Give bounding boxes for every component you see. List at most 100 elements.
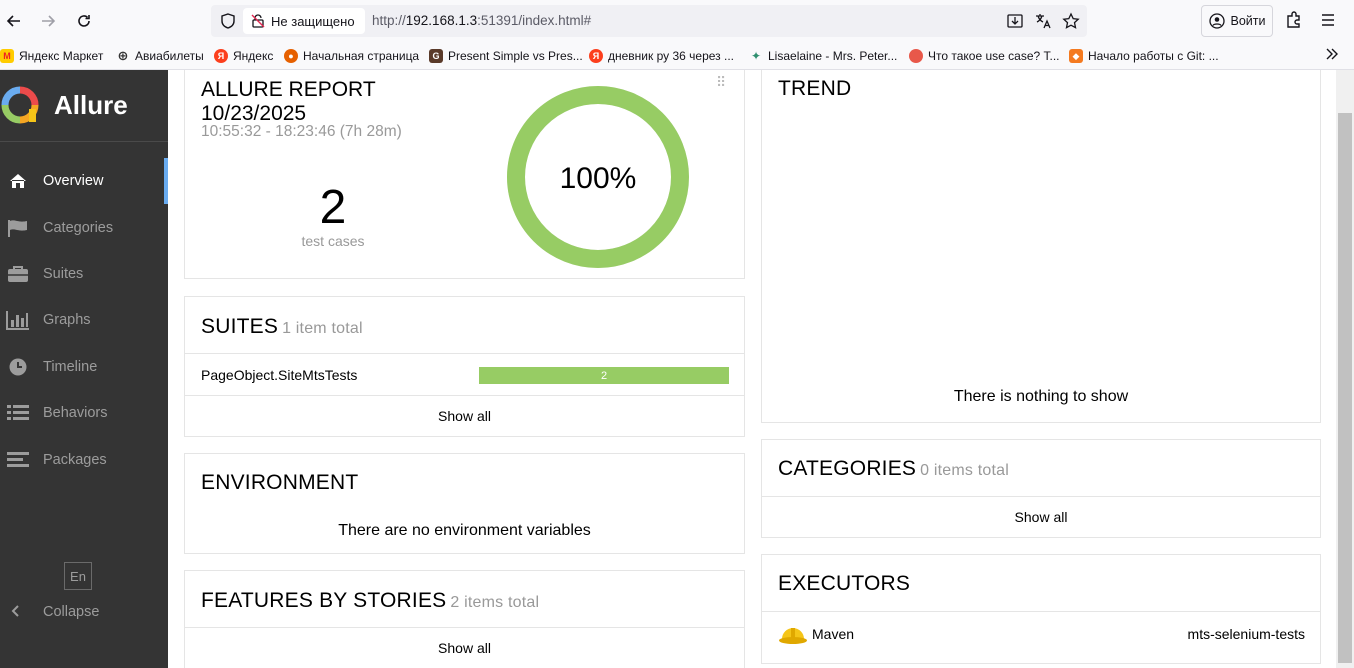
sidebar-item-graphs[interactable]: Graphs <box>0 297 168 343</box>
categories-count: 0 items total <box>920 462 1009 479</box>
back-button[interactable] <box>0 7 28 35</box>
divider <box>185 353 744 354</box>
trend-title: TREND <box>778 77 852 100</box>
arrow-right-icon <box>42 15 56 27</box>
chevron-left-icon <box>9 604 21 622</box>
sidebar-item-categories[interactable]: Categories <box>0 205 168 251</box>
address-bar[interactable]: Не защищено http://192.168.1.3:51391/ind… <box>211 5 1087 37</box>
bookmark-item[interactable]: ◆ Начало работы с Git: ... <box>1069 47 1219 65</box>
bookmark-label: Яндекс <box>233 49 274 63</box>
collapse-button[interactable]: Collapse <box>0 592 168 632</box>
features-show-all-link[interactable]: Show all <box>185 628 744 668</box>
briefcase-icon <box>6 262 30 286</box>
sidebar-item-suites[interactable]: Suites <box>0 251 168 297</box>
yandex-icon: Я <box>589 49 603 63</box>
sidebar-item-behaviors[interactable]: Behaviors <box>0 390 168 436</box>
sidebar-item-timeline[interactable]: Timeline <box>0 344 168 390</box>
sidebar: Allure Overview Categories Suites Graphs… <box>0 70 168 668</box>
sidebar-item-label: Graphs <box>43 312 91 328</box>
suite-status-bar[interactable]: 2 <box>479 367 729 384</box>
bookmark-star-icon[interactable] <box>1061 11 1081 31</box>
more-bookmarks-icon[interactable] <box>1324 46 1340 65</box>
reload-icon <box>78 15 90 27</box>
categories-title: CATEGORIES 0 items total <box>778 457 1009 481</box>
bookmark-label: Present Simple vs Pres... <box>448 49 583 63</box>
sign-in-button[interactable]: Войти <box>1201 5 1273 37</box>
sidebar-item-packages[interactable]: Packages <box>0 437 168 483</box>
pass-rate-donut: 100% <box>507 86 689 268</box>
align-left-icon <box>6 448 30 472</box>
puzzle-icon <box>1287 11 1300 28</box>
bookmarks-toolbar: M Яндекс Маркет ⊕ Авиабилеты Я Яндекс ● Нача… <box>0 42 1354 70</box>
suite-row-name[interactable]: PageObject.SiteMtsTests <box>201 367 357 383</box>
main-content: ALLURE REPORT 10/23/2025 10:55:32 - 18:2… <box>168 70 1336 668</box>
executor-build-name[interactable]: mts-selenium-tests <box>1188 626 1305 642</box>
clock-icon <box>6 355 30 379</box>
url-path: :51391/index.html# <box>477 13 592 28</box>
test-count: 2 <box>319 181 347 234</box>
url-text[interactable]: http://192.168.1.3:51391/index.html# <box>372 13 591 28</box>
categories-show-all-link[interactable]: Show all <box>762 497 1320 537</box>
globe-icon: ⊕ <box>117 48 129 63</box>
bookmark-item[interactable]: Я Яндекс <box>214 47 273 65</box>
suites-count: 1 item total <box>282 320 363 337</box>
sidebar-item-label: Categories <box>43 220 114 236</box>
sign-in-label: Войти <box>1230 14 1266 28</box>
suites-show-all-link[interactable]: Show all <box>185 396 744 436</box>
home-icon <box>6 169 30 193</box>
trend-widget: TREND There is nothing to show <box>761 70 1321 423</box>
bookmark-item[interactable]: Ядневник ру 36 через ... <box>589 47 734 65</box>
firefox-icon: ● <box>284 49 298 63</box>
reload-button[interactable] <box>70 7 98 35</box>
summary-widget: ALLURE REPORT 10/23/2025 10:55:32 - 18:2… <box>184 70 745 279</box>
favicon-icon: M <box>0 49 14 63</box>
bookmark-item[interactable]: G Present Simple vs Pres... <box>429 47 583 65</box>
sidebar-item-label: Suites <box>43 266 84 282</box>
language-switcher[interactable]: En <box>64 562 92 590</box>
url-host: 192.168.1.3 <box>405 13 478 28</box>
categories-widget: CATEGORIES 0 items total Show all <box>761 439 1321 538</box>
bookmark-item[interactable]: M Яндекс Маркет <box>0 47 103 65</box>
save-page-icon[interactable] <box>1005 11 1025 31</box>
report-time-range: 10:55:32 - 18:23:46 (7h 28m) <box>201 123 402 140</box>
bookmark-item[interactable]: ● Начальная страница <box>284 47 419 65</box>
bookmark-item[interactable]: ✦ Lisaelaine - Mrs. Peter... <box>749 47 897 65</box>
bookmark-label: Авиабилеты <box>135 49 204 63</box>
extensions-button[interactable] <box>1284 10 1304 35</box>
site-security-badge[interactable]: Не защищено <box>243 8 365 34</box>
app-menu-button[interactable] <box>1318 10 1338 35</box>
collapse-label: Collapse <box>43 604 100 620</box>
executor-name[interactable]: Maven <box>812 626 854 642</box>
forward-button[interactable] <box>34 7 62 35</box>
executors-title: EXECUTORS <box>778 572 911 595</box>
yandex-icon: Я <box>214 49 228 63</box>
bookmark-label: Lisaelaine - Mrs. Peter... <box>768 49 898 63</box>
bookmark-item[interactable]: Что такое use case? Т... <box>909 47 1060 65</box>
broken-lock-icon <box>251 14 265 28</box>
translate-icon[interactable] <box>1033 11 1053 31</box>
brand[interactable]: Allure <box>0 70 168 142</box>
site-icon <box>909 49 923 63</box>
account-icon <box>1208 13 1225 29</box>
bookmark-label: Что такое use case? Т... <box>928 49 1060 63</box>
sidebar-item-overview[interactable]: Overview <box>0 158 168 204</box>
scrollbar-thumb[interactable] <box>1338 113 1352 663</box>
environment-widget: ENVIRONMENT There are no environment var… <box>184 453 745 554</box>
sidebar-item-label: Timeline <box>43 359 98 375</box>
bar-chart-icon <box>6 308 30 332</box>
bookmark-item[interactable]: ⊕ Авиабилеты <box>116 47 204 65</box>
hamburger-icon <box>1322 14 1334 26</box>
not-secure-label: Не защищено <box>271 13 355 29</box>
allure-logo-icon <box>1 86 39 124</box>
bookmark-label: Начало работы с Git: ... <box>1088 49 1219 63</box>
environment-empty-message: There are no environment variables <box>338 522 591 539</box>
arrow-left-icon <box>6 15 20 27</box>
categories-title-text: CATEGORIES <box>778 457 917 480</box>
suites-title: SUITES 1 item total <box>201 315 363 339</box>
hard-hat-icon <box>779 628 807 644</box>
drag-handle-icon[interactable]: ⠿ <box>716 74 726 91</box>
page-scrollbar[interactable] <box>1336 70 1354 668</box>
trend-empty-message: There is nothing to show <box>953 388 1129 405</box>
bookmark-label: дневник ру 36 через ... <box>608 49 734 63</box>
shield-icon[interactable] <box>219 12 237 30</box>
